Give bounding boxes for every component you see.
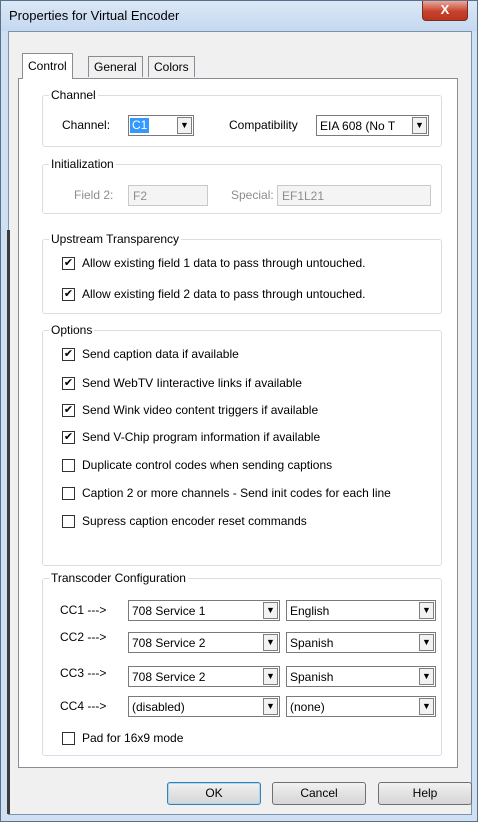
tab-general[interactable]: General — [88, 56, 143, 77]
tab-control[interactable]: Control — [22, 53, 73, 79]
cancel-button-label: Cancel — [300, 786, 338, 800]
compatibility-select[interactable]: EIA 608 (No T ▼ — [316, 115, 429, 136]
check-icon: ✔ — [63, 431, 74, 443]
upstream-field1-checkbox[interactable]: ✔ — [62, 257, 75, 270]
title-bar[interactable]: Properties for Virtual Encoder X — [1, 1, 477, 31]
cc1-language-value: English — [290, 604, 330, 618]
check-icon: ✔ — [63, 257, 74, 269]
chevron-down-icon[interactable]: ▼ — [263, 602, 278, 619]
option-send-caption-checkbox[interactable]: ✔ — [62, 348, 75, 361]
close-button[interactable]: X — [422, 1, 468, 21]
channel-select[interactable]: C1 ▼ — [128, 115, 194, 136]
help-button[interactable]: Help — [378, 782, 472, 805]
tab-colors[interactable]: Colors — [148, 56, 195, 77]
special-value: EF1L21 — [282, 189, 325, 203]
option-suppress-reset-label: Supress caption encoder reset commands — [82, 514, 307, 528]
cc3-service-select[interactable]: 708 Service 2 ▼ — [128, 666, 280, 687]
cc3-service-value: 708 Service 2 — [132, 670, 206, 684]
ok-button-label: OK — [205, 786, 223, 800]
cc2-service-value: 708 Service 2 — [132, 636, 206, 650]
channel-select-value: C1 — [130, 118, 150, 133]
option-webtv-checkbox[interactable]: ✔ — [62, 377, 75, 390]
chevron-down-icon[interactable]: ▼ — [419, 602, 434, 619]
chevron-down-icon[interactable]: ▼ — [177, 117, 192, 134]
upstream-field2-checkbox[interactable]: ✔ — [62, 288, 75, 301]
check-icon: ✔ — [63, 377, 74, 389]
cc1-label: CC1 ---> — [60, 603, 107, 617]
ok-button[interactable]: OK — [167, 782, 261, 805]
cc1-service-value: 708 Service 1 — [132, 604, 206, 618]
cc3-label: CC3 ---> — [60, 666, 107, 680]
compatibility-select-value: EIA 608 (No T — [320, 119, 396, 133]
option-duplicate-codes-label: Duplicate control codes when sending cap… — [82, 458, 333, 472]
window-title: Properties for Virtual Encoder — [9, 8, 180, 23]
channel-label: Channel: — [62, 118, 111, 132]
option-wink-checkbox[interactable]: ✔ — [62, 404, 75, 417]
chevron-down-icon[interactable]: ▼ — [412, 117, 427, 134]
options-group-label: Options — [49, 323, 95, 337]
cc4-service-select[interactable]: (disabled) ▼ — [128, 696, 280, 717]
chevron-down-icon[interactable]: ▼ — [263, 668, 278, 685]
field2-value: F2 — [133, 189, 148, 203]
upstream-field1-label: Allow existing field 1 data to pass thro… — [82, 256, 366, 270]
channel-group-label: Channel — [49, 88, 98, 102]
initialization-group-label: Initialization — [49, 157, 116, 171]
special-input[interactable]: EF1L21 — [277, 185, 431, 206]
options-group: Options — [42, 323, 442, 566]
upstream-group-label: Upstream Transparency — [49, 232, 182, 246]
pad-16x9-label: Pad for 16x9 mode — [82, 731, 184, 745]
chevron-down-icon[interactable]: ▼ — [419, 698, 434, 715]
pad-16x9-checkbox[interactable] — [62, 732, 75, 745]
cc4-language-value: (none) — [290, 700, 325, 714]
cc4-label: CC4 ---> — [60, 699, 107, 713]
check-icon: ✔ — [63, 348, 74, 360]
cc4-service-value: (disabled) — [132, 700, 185, 714]
cc3-language-value: Spanish — [290, 670, 334, 684]
option-vchip-label: Send V-Chip program information if avail… — [82, 430, 321, 444]
cc4-language-select[interactable]: (none) ▼ — [286, 696, 436, 717]
chevron-down-icon[interactable]: ▼ — [263, 634, 278, 651]
option-suppress-reset-checkbox[interactable] — [62, 515, 75, 528]
tab-control-label: Control — [28, 59, 67, 73]
upstream-field2-label: Allow existing field 2 data to pass thro… — [82, 287, 366, 301]
option-send-caption-label: Send caption data if available — [82, 347, 239, 361]
field2-input[interactable]: F2 — [128, 185, 208, 206]
check-icon: ✔ — [63, 288, 74, 300]
cc2-language-value: Spanish — [290, 636, 334, 650]
chevron-down-icon[interactable]: ▼ — [419, 668, 434, 685]
chevron-down-icon[interactable]: ▼ — [263, 698, 278, 715]
option-duplicate-codes-checkbox[interactable] — [62, 459, 75, 472]
compatibility-label: Compatibility — [229, 118, 298, 132]
option-init-codes-checkbox[interactable] — [62, 487, 75, 500]
cc2-label: CC2 ---> — [60, 630, 107, 644]
option-webtv-label: Send WebTV Iinteractive links if availab… — [82, 376, 302, 390]
close-icon: X — [440, 2, 450, 17]
cc2-language-select[interactable]: Spanish ▼ — [286, 632, 436, 653]
cc2-service-select[interactable]: 708 Service 2 ▼ — [128, 632, 280, 653]
option-init-codes-label: Caption 2 or more channels - Send init c… — [82, 486, 391, 500]
window-shadow-edge — [7, 230, 10, 814]
option-vchip-checkbox[interactable]: ✔ — [62, 431, 75, 444]
chevron-down-icon[interactable]: ▼ — [419, 634, 434, 651]
field2-label: Field 2: — [74, 188, 114, 202]
tab-colors-label: Colors — [154, 60, 189, 74]
option-wink-label: Send Wink video content triggers if avai… — [82, 403, 319, 417]
transcoder-group-label: Transcoder Configuration — [49, 571, 188, 585]
tab-general-label: General — [94, 60, 137, 74]
cancel-button[interactable]: Cancel — [272, 782, 366, 805]
cc1-service-select[interactable]: 708 Service 1 ▼ — [128, 600, 280, 621]
help-button-label: Help — [412, 786, 438, 800]
check-icon: ✔ — [63, 404, 74, 416]
cc3-language-select[interactable]: Spanish ▼ — [286, 666, 436, 687]
upstream-transparency-group: Upstream Transparency — [42, 232, 442, 314]
special-label: Special: — [231, 188, 274, 202]
cc1-language-select[interactable]: English ▼ — [286, 600, 436, 621]
